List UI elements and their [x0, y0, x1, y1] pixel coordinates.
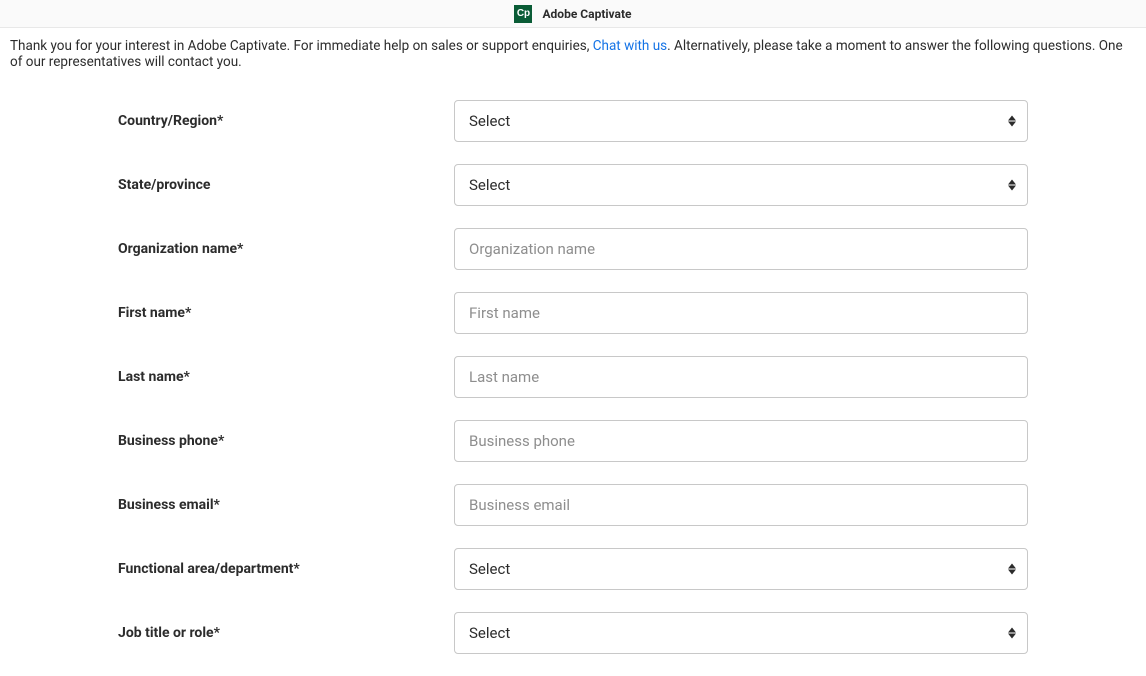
- intro-before: Thank you for your interest in Adobe Cap…: [10, 38, 593, 54]
- state-select[interactable]: Select: [454, 164, 1028, 206]
- phone-input[interactable]: [454, 420, 1028, 462]
- last-name-label: Last name*: [118, 369, 454, 385]
- first-name-input[interactable]: [454, 292, 1028, 334]
- dept-label: Functional area/department*: [118, 561, 454, 577]
- form-container: Country/Region* Select State/province Se…: [98, 100, 1048, 654]
- email-label: Business email*: [118, 497, 454, 513]
- country-label: Country/Region*: [118, 113, 454, 129]
- org-input[interactable]: [454, 228, 1028, 270]
- first-name-row: First name*: [118, 292, 1028, 334]
- page-header: Cp Adobe Captivate: [0, 0, 1146, 28]
- role-label: Job title or role*: [118, 625, 454, 641]
- org-label: Organization name*: [118, 241, 454, 257]
- chat-with-us-link[interactable]: Chat with us: [593, 38, 667, 54]
- last-name-input[interactable]: [454, 356, 1028, 398]
- last-name-row: Last name*: [118, 356, 1028, 398]
- dept-select[interactable]: Select: [454, 548, 1028, 590]
- header-title: Adobe Captivate: [542, 7, 631, 21]
- intro-text: Thank you for your interest in Adobe Cap…: [0, 28, 1146, 70]
- state-row: State/province Select: [118, 164, 1028, 206]
- org-row: Organization name*: [118, 228, 1028, 270]
- role-select[interactable]: Select: [454, 612, 1028, 654]
- country-row: Country/Region* Select: [118, 100, 1028, 142]
- phone-row: Business phone*: [118, 420, 1028, 462]
- email-input[interactable]: [454, 484, 1028, 526]
- first-name-label: First name*: [118, 305, 454, 321]
- phone-label: Business phone*: [118, 433, 454, 449]
- captivate-logo-icon: Cp: [514, 5, 532, 23]
- role-row: Job title or role* Select: [118, 612, 1028, 654]
- email-row: Business email*: [118, 484, 1028, 526]
- country-select[interactable]: Select: [454, 100, 1028, 142]
- state-label: State/province: [118, 177, 454, 193]
- dept-row: Functional area/department* Select: [118, 548, 1028, 590]
